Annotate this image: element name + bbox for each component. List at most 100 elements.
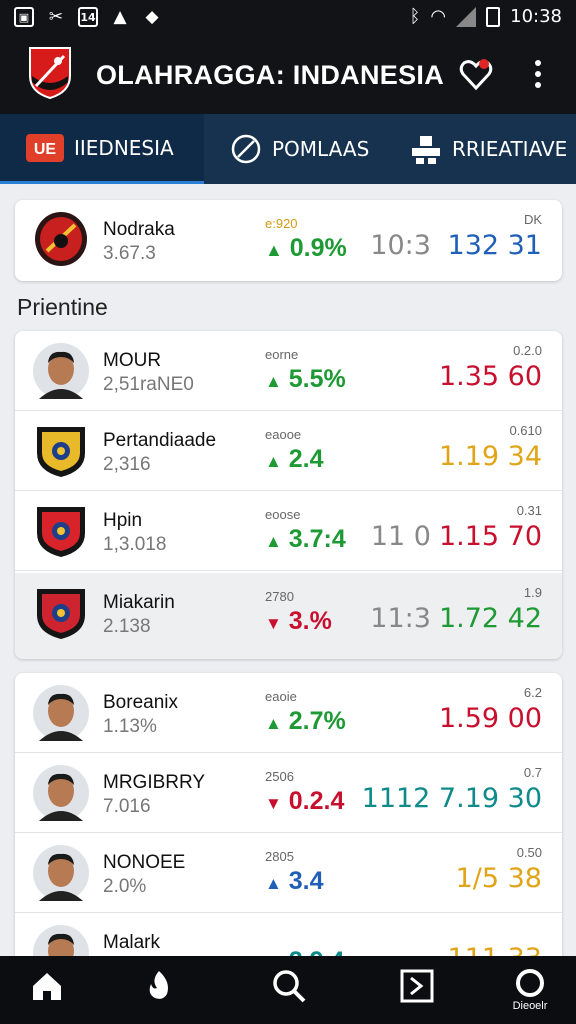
trend-icon: ▲ [265, 714, 282, 733]
wifi-icon: ◠ [430, 6, 447, 27]
club-crest-icon [35, 212, 87, 266]
more-options-icon[interactable] [528, 58, 548, 90]
row-pct: ▲ 2.7% [265, 707, 346, 736]
row-pct-value: 0.2.4 [288, 787, 345, 815]
row-values: 1.35 60 [431, 361, 542, 392]
row-pct-label: 2780 [265, 589, 294, 604]
row-pct: ▲ 3.7:4 [265, 525, 346, 554]
featured-name: Nodraka [103, 219, 175, 240]
featured-card[interactable]: Nodraka 3.67.3 e:920 ▲ 0.9% DK 10:3 132 … [15, 200, 562, 281]
bottom-navigation: Dieoelr [0, 956, 576, 1024]
row-right-label: 0.7 [523, 765, 542, 780]
app-title: OLAHRAGGA: INDANESIA [96, 60, 444, 90]
search-icon [273, 970, 306, 1003]
tab-indonesia[interactable]: UE IIEDNESIA [0, 114, 204, 184]
trend-icon: ▼ [265, 794, 282, 813]
status-time: 10:38 [510, 6, 562, 27]
row-pct: ▼ 3.% [265, 607, 332, 636]
tab-bar: UE IIEDNESIA POMLAAS RRIEATIAVE [0, 114, 576, 184]
favorites-icon[interactable] [458, 56, 494, 92]
trend-icon: ▲ [265, 372, 282, 391]
row-name: Miakarin [103, 592, 175, 613]
row-values: 11:3 1.72 42 [370, 603, 542, 634]
featured-val-gray: 10:3 [370, 230, 431, 261]
row-pct: ▲ 2.4 [265, 445, 324, 474]
row-values: 11 0 1.15 70 [371, 521, 542, 552]
row-name: MRGIBRRY [103, 772, 206, 793]
row-val-gray: 11 0 [370, 521, 431, 552]
tab-pomlaas[interactable]: POMLAAS [230, 114, 400, 184]
row-sub: 2.138 [103, 616, 151, 637]
row-sub: 7.016 [103, 796, 151, 817]
row-right-label: 1.9 [523, 585, 542, 600]
featured-row[interactable]: Nodraka 3.67.3 e:920 ▲ 0.9% DK 10:3 132 … [15, 200, 562, 280]
calendar-notification-icon: 14 [78, 7, 98, 27]
row-pct: ▲ 5.5% [265, 365, 346, 394]
row-sub: 2,51raNE0 [103, 374, 194, 395]
trend-icon: ▲ [265, 532, 282, 551]
row-pct-value: 2.7% [288, 707, 346, 735]
row-pct-value: 5.5% [288, 365, 346, 393]
signal-icon [456, 6, 477, 27]
row-pct-value: 3.7:4 [288, 525, 346, 553]
nav-search[interactable] [264, 968, 314, 1012]
ranking-row[interactable]: Boreanix 1.13% eaoie ▲ 2.7% 6.2 1.59 00 [15, 673, 562, 753]
app-bar: OLAHRAGGA: INDANESIA [0, 36, 576, 114]
player-avatar-icon [33, 765, 89, 821]
row-name: MOUR [103, 350, 162, 371]
row-val-main: 1.35 60 [438, 361, 542, 392]
row-values: 1.19 34 [431, 441, 542, 472]
row-right-label: 6.2 [523, 685, 542, 700]
row-pct-label: eorne [265, 347, 299, 362]
row-pct: ▲ 3.4 [265, 867, 324, 896]
leaf-ball-icon [230, 133, 262, 165]
battery-icon [486, 6, 501, 27]
row-name: Boreanix [103, 692, 178, 713]
ranking-row[interactable]: NONOEE 2.0% 2805 ▲ 3.4 0.50 1/5 38 [15, 833, 562, 913]
ranking-row[interactable]: Pertandiaade 2,316 eaooe ▲ 2.4 0.610 1.19 34 [15, 411, 562, 491]
nav-profile[interactable]: Dieoelr [504, 968, 556, 1012]
row-val-main: 1112 7.19 30 [361, 783, 542, 814]
trend-icon: ▲ [265, 240, 283, 260]
row-pct-value: 3.4 [288, 867, 324, 895]
ranking-row[interactable]: Hpin 1,3.018 eoose ▲ 3.7:4 0.31 11 0 1.15 70 [15, 491, 562, 571]
tab-rrieatiave[interactable]: RRIEATIAVE [410, 114, 576, 184]
ranking-row[interactable]: MRGIBRRY 7.016 2506 ▼ 0.2.4 0.7 1112 7.19 30 [15, 753, 562, 833]
row-values: 1.59 00 [431, 703, 542, 734]
featured-pct: ▲ 0.9% [265, 234, 347, 263]
featured-values: 10:3 132 31 [370, 230, 542, 261]
nav-home[interactable] [22, 968, 72, 1012]
row-pct-value: 2.4 [288, 445, 324, 473]
row-name: Hpin [103, 510, 143, 531]
app-logo-icon [29, 47, 71, 100]
team-icon [410, 134, 442, 164]
row-right-label: 0.31 [516, 503, 542, 518]
row-val-main: 1.15 70 [438, 521, 542, 552]
image-notification-icon: ▣ [14, 7, 34, 27]
ranking-row[interactable]: MOUR 2,51raNE0 eorne ▲ 5.5% 0.2.0 1.35 60 [15, 331, 562, 411]
trend-icon: ▼ [265, 614, 282, 633]
tag-notification-icon: ◆ [145, 7, 159, 27]
player-avatar-icon [33, 685, 89, 741]
row-right-label: 0.2.0 [513, 343, 542, 358]
row-name: NONOEE [103, 852, 186, 873]
nav-flame[interactable] [134, 968, 184, 1012]
featured-pct-value: 0.9% [289, 234, 347, 262]
section-title: Prientine [17, 294, 108, 320]
featured-right-label: DK [523, 212, 542, 227]
flame-icon [149, 971, 168, 999]
row-val-main: 1.72 42 [438, 603, 542, 634]
warning-notification-icon: ▲ [113, 7, 127, 27]
ranking-row[interactable]: Miakarin 2.138 2780 ▼ 3.% 1.9 11:3 1.72 42 [15, 573, 562, 659]
row-values: 1112 7.19 30 [354, 783, 542, 814]
row-pct-label: eoose [265, 507, 301, 522]
nav-exit[interactable] [392, 968, 442, 1012]
row-val-main: 1.59 00 [438, 703, 542, 734]
player-avatar-icon [33, 845, 89, 901]
tool-notification-icon: ✂ [48, 7, 64, 27]
profile-icon [516, 969, 544, 997]
row-val-gray: 11:3 [370, 603, 431, 634]
status-bar: ▣ ✂ 14 ▲ ◆ ᛒ ◠ 10:38 [0, 0, 576, 36]
trend-icon: ▲ [265, 452, 282, 471]
row-pct-label: 2805 [265, 849, 294, 864]
